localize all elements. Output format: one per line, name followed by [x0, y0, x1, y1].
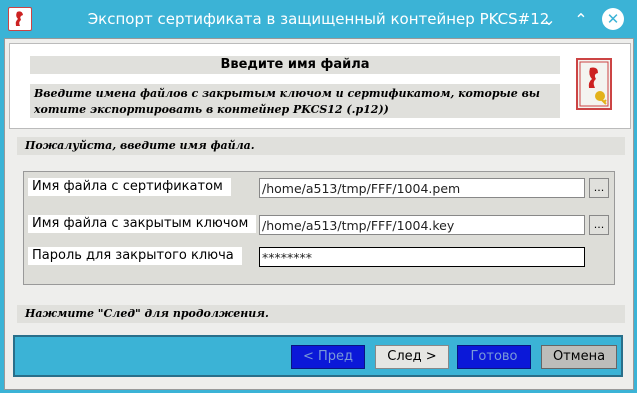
hint-top-row: Пожалуйста, введите имя файла.: [17, 137, 625, 155]
page-description: Введите имена файлов с закрытым ключом и…: [30, 84, 560, 118]
page-title: Введите имя файла: [30, 56, 560, 74]
finish-button[interactable]: Готово: [457, 345, 531, 369]
cert-file-input[interactable]: /home/a513/tmp/FFF/1004.pem: [259, 178, 585, 198]
hint-top: Пожалуйста, введите имя файла.: [17, 137, 625, 155]
button-bar: < Пред След > Готово Отмена: [13, 335, 623, 377]
hint-bottom-row: Нажмите "След" для продолжения.: [17, 305, 625, 323]
next-button[interactable]: След >: [375, 345, 449, 369]
close-icon[interactable]: ✕: [602, 8, 624, 30]
header-panel: Введите имя файла Введите имена файлов с…: [9, 43, 631, 129]
file-form: Имя файла с сертификатом /home/a513/tmp/…: [23, 171, 615, 285]
key-browse-button[interactable]: ...: [589, 215, 609, 235]
minimize-icon[interactable]: ⌄: [538, 8, 560, 30]
cancel-button[interactable]: Отмена: [541, 345, 617, 369]
certificate-icon: [576, 58, 612, 110]
password-label: Пароль для закрытого ключа: [28, 247, 242, 265]
key-file-input[interactable]: /home/a513/tmp/FFF/1004.key: [259, 215, 585, 235]
hint-bottom: Нажмите "След" для продолжения.: [17, 305, 625, 323]
password-input[interactable]: ********: [259, 247, 585, 267]
key-file-label: Имя файла с закрытым ключом: [28, 215, 257, 233]
maximize-icon[interactable]: ⌃: [570, 8, 592, 30]
cert-browse-button[interactable]: ...: [589, 178, 609, 198]
dialog-body: Введите имя файла Введите имена файлов с…: [4, 38, 634, 390]
title-bar: Экспорт сертификата в защищенный контейн…: [0, 0, 637, 38]
prev-button[interactable]: < Пред: [291, 345, 365, 369]
cert-file-label: Имя файла с сертификатом: [28, 178, 231, 196]
